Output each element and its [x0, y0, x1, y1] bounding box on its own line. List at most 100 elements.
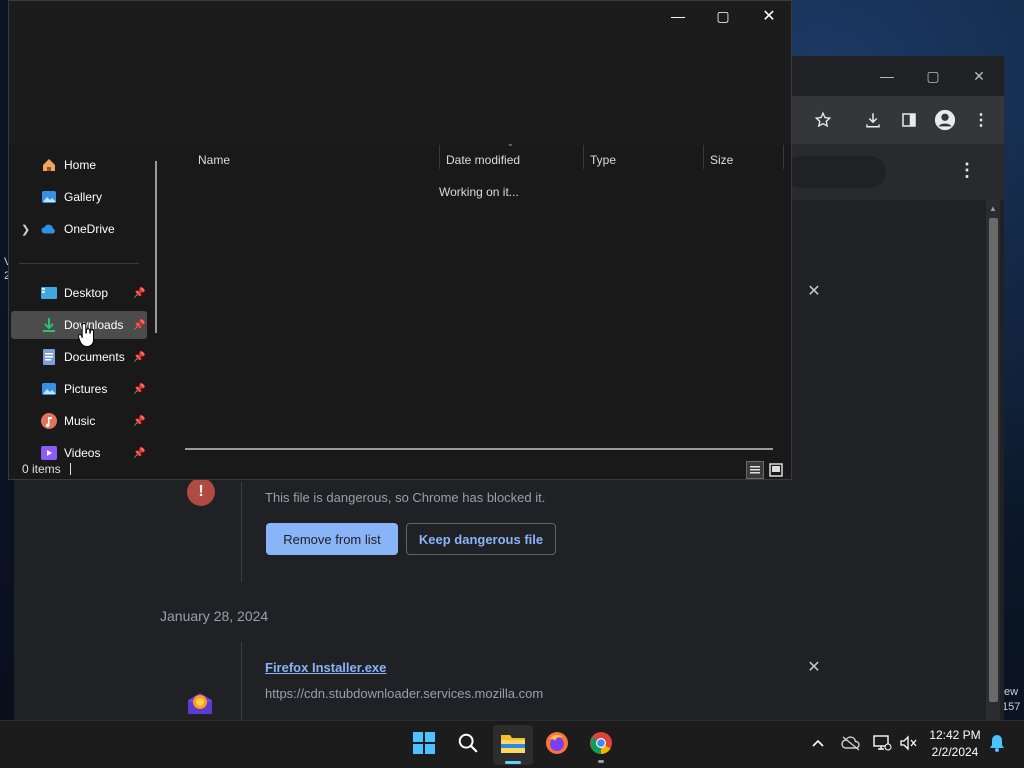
remove-item-close-icon[interactable]: ✕ — [804, 282, 824, 302]
hand-cursor-icon — [77, 322, 96, 348]
chrome-taskbar-button[interactable] — [581, 725, 621, 765]
status-bar: 0 items — [9, 461, 791, 479]
videos-icon — [41, 445, 57, 461]
profile-icon[interactable] — [933, 108, 957, 132]
music-icon — [41, 413, 57, 429]
running-indicator — [598, 760, 604, 763]
firefox-installer-link[interactable]: Firefox Installer.exe — [265, 660, 386, 675]
show-hidden-icons-icon[interactable] — [806, 731, 830, 755]
onedrive-icon — [41, 221, 57, 237]
pictures-icon — [41, 381, 57, 397]
large-icons-view-icon[interactable] — [767, 461, 785, 479]
explorer-close-button[interactable]: ✕ — [746, 1, 792, 31]
nav-label-desktop: Desktop — [64, 286, 109, 300]
column-header-type[interactable]: Type — [590, 149, 616, 171]
firefox-taskbar-button[interactable] — [537, 725, 577, 765]
downloads-icon — [41, 317, 57, 333]
keep-dangerous-file-button[interactable]: Keep dangerous file — [406, 523, 556, 555]
nav-label-onedrive: OneDrive — [64, 222, 115, 236]
pin-icon[interactable]: 📌 — [133, 448, 145, 459]
documents-icon — [41, 349, 57, 365]
nav-item-onedrive[interactable]: ❯ OneDrive — [11, 215, 147, 243]
nav-label-pictures: Pictures — [64, 382, 108, 396]
right-edge-text-2: 157 — [1002, 701, 1021, 713]
pin-icon[interactable]: 📌 — [133, 384, 145, 395]
loading-message: Working on it... — [439, 185, 519, 199]
nav-label-documents: Documents — [64, 350, 125, 364]
item-count: 0 items — [22, 462, 61, 476]
danger-message: This file is dangerous, so Chrome has bl… — [265, 490, 546, 505]
sort-caret-icon: ⌄ — [507, 139, 514, 148]
nav-item-desktop[interactable]: Desktop 📌 — [11, 279, 147, 307]
column-header-size[interactable]: Size — [710, 149, 733, 171]
status-separator — [70, 463, 71, 475]
clock-date: 2/2/2024 — [931, 745, 979, 759]
nav-item-pictures[interactable]: Pictures 📌 — [11, 375, 147, 403]
chrome-icon — [589, 731, 613, 760]
column-divider[interactable] — [783, 145, 784, 169]
nav-item-home[interactable]: Home — [11, 151, 147, 179]
taskbar: 12:42 PM 2/2/2024 — [0, 720, 1024, 768]
date-heading: January 28, 2024 — [160, 608, 269, 624]
nav-label-gallery: Gallery — [64, 190, 103, 204]
scroll-up-arrow-icon[interactable]: ▲ — [989, 204, 997, 213]
menu-icon[interactable]: ⋮ — [969, 108, 993, 132]
pin-icon[interactable]: 📌 — [133, 352, 145, 363]
nav-separator — [19, 263, 139, 264]
search-downloads-field[interactable] — [784, 156, 886, 188]
scroll-thumb[interactable] — [989, 218, 998, 702]
star-icon[interactable] — [811, 108, 835, 132]
clock-time: 12:42 PM — [929, 728, 981, 742]
start-button[interactable] — [404, 725, 444, 765]
right-edge-text-1: ew — [1004, 686, 1019, 698]
chrome-maximize-button[interactable]: ▢ — [910, 56, 956, 96]
navigation-pane: Home Gallery ❯ OneDrive Desktop 📌 Downlo… — [9, 145, 161, 461]
search-icon — [457, 732, 479, 759]
gallery-icon — [41, 189, 57, 205]
file-explorer-icon — [500, 732, 526, 759]
column-header-date-modified[interactable]: Date modified — [446, 149, 520, 171]
explorer-maximize-button[interactable]: ▢ — [700, 1, 746, 31]
remove-from-list-button[interactable]: Remove from list — [266, 523, 398, 555]
explorer-minimize-button[interactable]: — — [655, 1, 701, 31]
active-indicator — [505, 761, 521, 764]
nav-scrollbar[interactable] — [155, 161, 157, 333]
download-icon[interactable] — [861, 108, 885, 132]
column-divider[interactable] — [583, 145, 584, 169]
column-divider[interactable] — [703, 145, 704, 169]
pin-icon[interactable]: 📌 — [133, 320, 145, 331]
network-icon[interactable] — [870, 731, 894, 755]
file-list-pane: Name ⌄ Date modified Type Size Working o… — [165, 139, 791, 461]
pin-icon[interactable]: 📌 — [133, 416, 145, 427]
column-divider[interactable] — [439, 145, 440, 169]
system-clock[interactable]: 12:42 PM 2/2/2024 — [922, 727, 988, 761]
column-header-name[interactable]: Name — [198, 149, 230, 171]
nav-label-videos: Videos — [64, 446, 101, 460]
nav-item-gallery[interactable]: Gallery — [11, 183, 147, 211]
file-source-url: https://cdn.stubdownloader.services.mozi… — [265, 686, 544, 701]
chevron-right-icon[interactable]: ❯ — [21, 223, 30, 236]
more-actions-icon[interactable]: ⋮ — [958, 160, 976, 181]
file-explorer-taskbar-button[interactable] — [493, 725, 533, 765]
volume-muted-icon[interactable] — [896, 731, 920, 755]
chrome-minimize-button[interactable]: — — [864, 56, 910, 96]
chrome-close-button[interactable]: ✕ — [956, 56, 1002, 96]
page-scrollbar[interactable]: ▲ — [986, 200, 1000, 720]
item-divider-2 — [241, 642, 242, 720]
horizontal-scrollbar[interactable] — [185, 448, 773, 450]
item-divider — [241, 482, 242, 582]
file-explorer-window: — ▢ ✕ Home Gallery ❯ OneDrive Desktop 📌 … — [8, 0, 792, 480]
search-button[interactable] — [448, 725, 488, 765]
remove-firefox-item-close-icon[interactable]: ✕ — [804, 658, 824, 678]
details-view-icon[interactable] — [746, 461, 764, 479]
danger-icon: ! — [187, 478, 215, 506]
side-panel-icon[interactable] — [897, 108, 921, 132]
nav-label-home: Home — [64, 158, 97, 172]
nav-item-music[interactable]: Music 📌 — [11, 407, 147, 435]
notification-bell-icon[interactable] — [985, 731, 1009, 755]
explorer-titlebar: — ▢ ✕ — [9, 1, 791, 145]
desktop-icon — [41, 285, 57, 301]
onedrive-offline-icon[interactable] — [839, 731, 863, 755]
home-icon — [41, 157, 57, 173]
pin-icon[interactable]: 📌 — [133, 288, 145, 299]
